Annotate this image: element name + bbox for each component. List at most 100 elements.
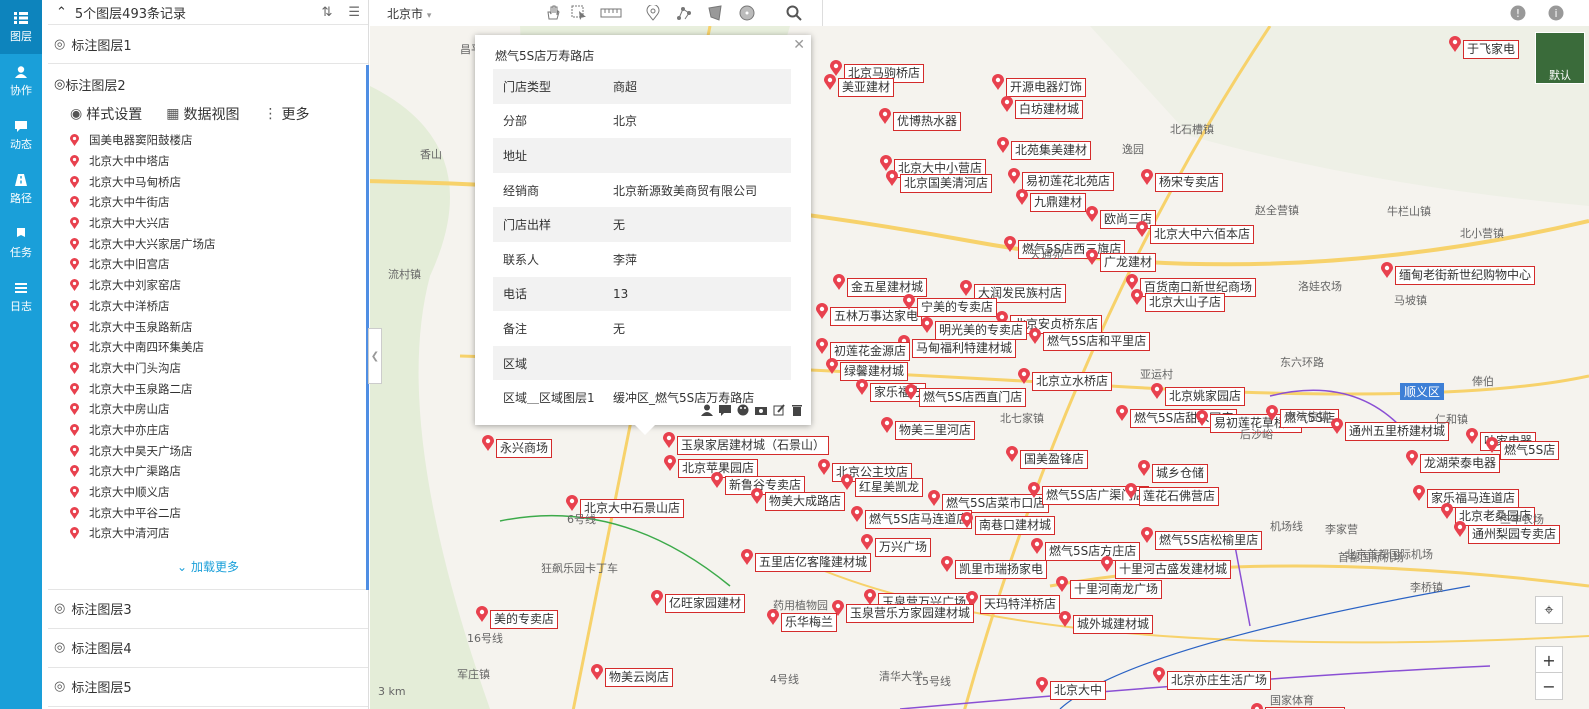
map-marker-label[interactable]: 家乐福方: [870, 383, 927, 402]
map-marker-pin[interactable]: [663, 432, 675, 448]
store-list-item[interactable]: 北京大中清河店: [70, 523, 368, 544]
store-list-item[interactable]: 北京大中玉泉路二店: [70, 378, 368, 399]
map-marker-label[interactable]: 玉泉营乐方家园建材城: [846, 604, 975, 623]
map-marker-label[interactable]: 物美三里河店: [895, 421, 976, 440]
map-marker-pin[interactable]: [591, 664, 603, 680]
map-marker-pin[interactable]: [566, 495, 578, 511]
map-marker-label[interactable]: 物美大成路店: [765, 492, 846, 511]
store-list-item[interactable]: 北京大中旧宫店: [70, 254, 368, 275]
store-list-item[interactable]: 北京大中大兴家居广场店: [70, 233, 368, 254]
eye-off-icon[interactable]: ◎: [54, 679, 65, 694]
map-marker-label[interactable]: 燃气5S店方庄店: [1045, 542, 1141, 561]
map-marker-pin[interactable]: [841, 474, 853, 490]
close-icon[interactable]: ✕: [793, 37, 805, 53]
edit-icon[interactable]: [773, 404, 785, 419]
map-marker-label[interactable]: 天玛特洋桥店: [980, 595, 1061, 614]
palette-icon[interactable]: [737, 404, 749, 419]
map-marker-pin[interactable]: [1449, 36, 1461, 52]
locate-icon[interactable]: ⌖: [1535, 596, 1563, 624]
chevron-up-icon[interactable]: ⌃: [56, 5, 67, 20]
map-marker-label[interactable]: 燃气5S店马连道店: [865, 510, 973, 529]
nav-layers[interactable]: 图层: [0, 0, 42, 54]
store-list-item[interactable]: 北京大中顺义店: [70, 482, 368, 503]
map-marker-pin[interactable]: [1441, 503, 1453, 519]
map-marker-pin[interactable]: [826, 358, 838, 374]
map-marker-pin[interactable]: [864, 589, 876, 605]
map-marker-pin[interactable]: [881, 417, 893, 433]
map-marker-label[interactable]: 龙湖荣泰电器: [1420, 454, 1501, 473]
polyline-tool-icon[interactable]: [673, 0, 695, 26]
map-marker-pin[interactable]: [833, 274, 845, 290]
map-marker-label[interactable]: 燃气5S店和平里店: [1043, 332, 1151, 351]
map-marker-pin[interactable]: [1125, 483, 1137, 499]
map-marker-label[interactable]: 缅甸老街新世纪购物中心: [1395, 266, 1536, 285]
collapse-panel-button[interactable]: ❮: [368, 328, 382, 384]
map-marker-label[interactable]: 易初莲花北苑店: [1022, 172, 1115, 191]
map-marker-label[interactable]: 金五星建材城: [847, 278, 928, 297]
map-marker-pin[interactable]: [816, 338, 828, 354]
map-marker-pin[interactable]: [1029, 328, 1041, 344]
map-marker-label[interactable]: 美亚建材: [838, 78, 895, 97]
map-marker-label[interactable]: 物美云岗店: [605, 668, 674, 687]
sort-icon[interactable]: ⇅: [321, 5, 332, 20]
eye-off-icon[interactable]: ◎: [54, 601, 65, 616]
map-marker-label[interactable]: 初莲花金源店: [830, 342, 911, 361]
map-marker-label[interactable]: 宁美的专卖店: [917, 298, 998, 317]
store-list-item[interactable]: 北京大中刘家窑店: [70, 275, 368, 296]
store-list-item[interactable]: 北京大中亦庄店: [70, 420, 368, 441]
map-marker-pin[interactable]: [664, 455, 676, 471]
map-marker-pin[interactable]: [1086, 206, 1098, 222]
map-marker-label[interactable]: 北京大山子店: [1145, 293, 1226, 312]
map-marker-pin[interactable]: [751, 488, 763, 504]
map-marker-label[interactable]: 城外城建材城: [1073, 615, 1154, 634]
map-marker-pin[interactable]: [1413, 485, 1425, 501]
store-list-item[interactable]: 北京大中牛街店: [70, 192, 368, 213]
map-marker-pin[interactable]: [1266, 405, 1278, 421]
map-marker-pin[interactable]: [1116, 405, 1128, 421]
map-marker-pin[interactable]: [1466, 428, 1478, 444]
map-marker-label[interactable]: 美的专卖店: [490, 610, 559, 629]
map-marker-pin[interactable]: [1136, 221, 1148, 237]
eye-icon[interactable]: ◎: [54, 77, 65, 92]
map-marker-pin[interactable]: [1138, 460, 1150, 476]
map-marker-label[interactable]: 北京姚家园店: [1165, 387, 1246, 406]
map-marker-pin[interactable]: [905, 384, 917, 400]
map-marker-pin[interactable]: [879, 108, 891, 124]
map-marker-pin[interactable]: [1141, 527, 1153, 543]
data-view-button[interactable]: ▦ 数据视图: [166, 104, 239, 124]
satellite-toggle-thumbnail[interactable]: 默认: [1535, 32, 1585, 84]
map-marker-pin[interactable]: [1056, 576, 1068, 592]
store-list-item[interactable]: 北京大中南四环集美店: [70, 337, 368, 358]
map-marker-pin[interactable]: [824, 74, 836, 90]
map-marker-label[interactable]: 亿旺家园建材: [665, 594, 746, 613]
map-marker-label[interactable]: 通州梨园专卖店: [1468, 525, 1561, 544]
map-marker-pin[interactable]: [482, 435, 494, 451]
map-marker-pin[interactable]: [1018, 368, 1030, 384]
map-marker-label[interactable]: 燃气5S店西直门店: [919, 388, 1027, 407]
map-marker-label[interactable]: 红星美凯龙: [855, 478, 924, 497]
map-marker-pin[interactable]: [1131, 289, 1143, 305]
zoom-out-button[interactable]: −: [1535, 672, 1563, 700]
map-marker-pin[interactable]: [818, 459, 830, 475]
map-marker-label[interactable]: 北京立水桥店: [1032, 372, 1113, 391]
comment-icon[interactable]: [719, 404, 731, 419]
map-marker-label[interactable]: 燃气5S店松榆里店: [1155, 531, 1263, 550]
map-marker-label[interactable]: 绿馨建材城: [840, 362, 909, 381]
map-marker-label[interactable]: 永兴商场: [496, 439, 553, 458]
map-marker-pin[interactable]: [1381, 262, 1393, 278]
map-marker-label[interactable]: 乐华梅兰: [781, 613, 838, 632]
search-icon[interactable]: [783, 0, 805, 26]
store-list-item[interactable]: 北京大中房山店: [70, 399, 368, 420]
map-marker-pin[interactable]: [1086, 249, 1098, 265]
select-cursor-icon[interactable]: [568, 0, 590, 26]
ruler-icon[interactable]: [598, 0, 624, 26]
help-icon[interactable]: !: [1507, 0, 1529, 26]
load-more-button[interactable]: ⌄ 加载更多: [48, 544, 368, 589]
nav-task[interactable]: 任务: [0, 216, 42, 270]
map-marker-label[interactable]: 开源电器灯饰: [1006, 78, 1087, 97]
map-marker-label[interactable]: 北京国美清河店: [900, 174, 993, 193]
map-marker-pin[interactable]: [851, 506, 863, 522]
map-marker-pin[interactable]: [1004, 236, 1016, 252]
map-marker-pin[interactable]: [1016, 189, 1028, 205]
map-marker-pin[interactable]: [1036, 677, 1048, 693]
